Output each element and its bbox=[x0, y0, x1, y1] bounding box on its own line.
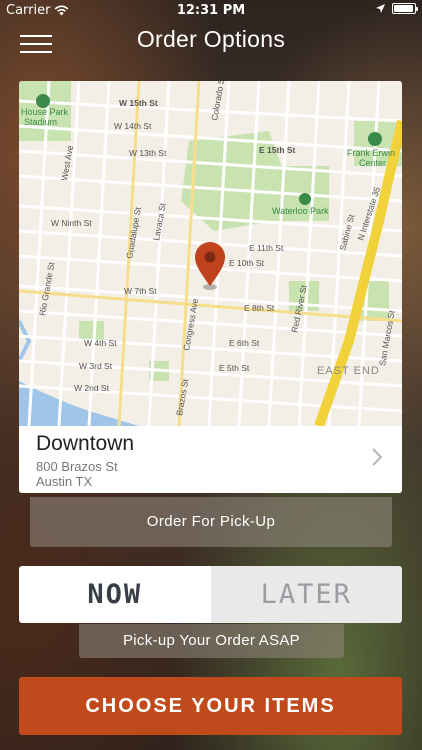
location-arrow-icon bbox=[376, 4, 385, 13]
map-label: House Park bbox=[21, 107, 69, 117]
map-label: Center bbox=[359, 158, 386, 168]
status-time: 12:31 PM bbox=[176, 3, 246, 18]
timing-toggle[interactable]: NOW LATER bbox=[19, 566, 402, 623]
location-info[interactable]: Downtown 800 Brazos St Austin TX bbox=[19, 426, 402, 493]
choose-items-button[interactable]: CHOOSE YOUR ITEMS bbox=[19, 677, 402, 735]
toggle-later[interactable]: LATER bbox=[210, 566, 402, 623]
toggle-now[interactable]: NOW bbox=[19, 566, 211, 623]
arena-icon bbox=[368, 132, 382, 146]
map-label: W 4th St bbox=[84, 338, 117, 348]
status-right bbox=[375, 3, 418, 14]
map-label: E 5th St bbox=[219, 363, 250, 373]
map-label: Frank Erwin bbox=[347, 148, 395, 158]
map-label: E 8th St bbox=[244, 303, 275, 313]
battery-icon bbox=[392, 3, 418, 14]
park-icon bbox=[299, 193, 311, 205]
stadium-icon bbox=[36, 94, 50, 108]
location-card[interactable]: W 15th St W 14th St W 13th St E 15th St … bbox=[19, 81, 402, 493]
map-label: W Ninth St bbox=[51, 218, 92, 228]
order-type-label: Order For Pick-Up bbox=[30, 497, 392, 547]
status-bar: Carrier 12:31 PM bbox=[0, 0, 422, 22]
map-label: EAST END bbox=[317, 365, 380, 377]
map-label: W 3rd St bbox=[79, 361, 113, 371]
map-label: E 11th St bbox=[249, 243, 284, 253]
map-view[interactable]: W 15th St W 14th St W 13th St E 15th St … bbox=[19, 81, 402, 426]
map-label: Stadium bbox=[24, 117, 57, 127]
map-label: E 15th St bbox=[259, 145, 296, 155]
map-label: Waterloo Park bbox=[272, 206, 329, 216]
map-label: W 2nd St bbox=[74, 383, 110, 393]
map-label: W 15th St bbox=[119, 98, 158, 108]
pickup-note: Pick-up Your Order ASAP bbox=[79, 624, 344, 658]
map-label: W 14th St bbox=[114, 121, 152, 131]
location-address-line1: 800 Brazos St bbox=[36, 459, 118, 474]
nav-bar: Order Options bbox=[0, 22, 422, 66]
page-title: Order Options bbox=[136, 26, 286, 52]
chevron-right-icon[interactable] bbox=[370, 446, 384, 468]
map-label: E 6th St bbox=[229, 338, 260, 348]
map-label: W 13th St bbox=[129, 148, 167, 158]
map-label: E 10th St bbox=[229, 258, 265, 268]
location-address-line2: Austin TX bbox=[36, 474, 93, 489]
map-label: W 7th St bbox=[124, 286, 157, 296]
location-name: Downtown bbox=[36, 432, 135, 455]
